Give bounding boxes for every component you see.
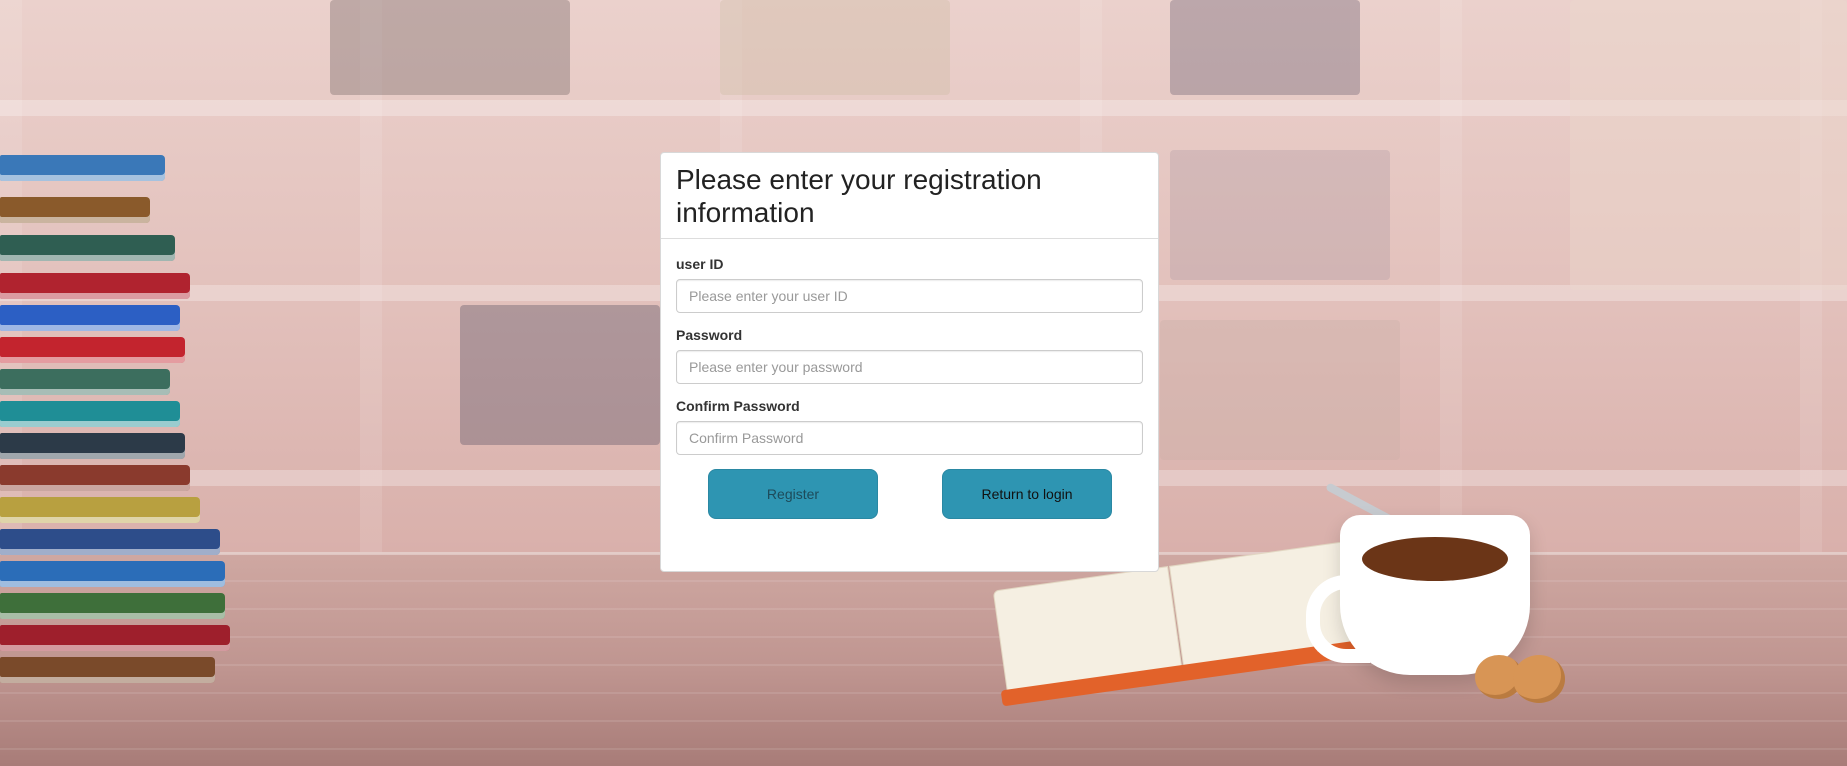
blurred-books xyxy=(1570,0,1847,290)
blurred-books xyxy=(460,305,660,445)
blurred-books xyxy=(330,0,570,95)
button-row: Register Return to login xyxy=(676,469,1143,529)
user-id-input[interactable] xyxy=(676,279,1143,313)
password-input[interactable] xyxy=(676,350,1143,384)
cookie-illustration xyxy=(1513,655,1565,703)
blurred-books xyxy=(720,0,950,95)
user-id-label: user ID xyxy=(676,256,724,272)
blurred-books xyxy=(1160,320,1400,460)
confirm-password-input[interactable] xyxy=(676,421,1143,455)
return-to-login-button[interactable]: Return to login xyxy=(942,469,1112,519)
blurred-books xyxy=(1170,0,1360,95)
password-group: Password xyxy=(676,327,1143,384)
registration-form: user ID Password Confirm Password Regist… xyxy=(661,239,1158,529)
coffee-cup-illustration xyxy=(1306,515,1530,675)
registration-card: Please enter your registration informati… xyxy=(660,152,1159,572)
confirm-password-group: Confirm Password xyxy=(676,398,1143,455)
book-stack-illustration xyxy=(0,155,240,695)
register-button[interactable]: Register xyxy=(708,469,878,519)
blurred-books xyxy=(1170,150,1390,280)
confirm-password-label: Confirm Password xyxy=(676,398,800,414)
user-id-group: user ID xyxy=(676,256,1143,313)
wooden-table xyxy=(0,552,1847,766)
page-background: Please enter your registration informati… xyxy=(0,0,1847,766)
password-label: Password xyxy=(676,327,743,343)
card-header: Please enter your registration informati… xyxy=(661,153,1158,239)
page-title: Please enter your registration informati… xyxy=(676,164,1042,228)
